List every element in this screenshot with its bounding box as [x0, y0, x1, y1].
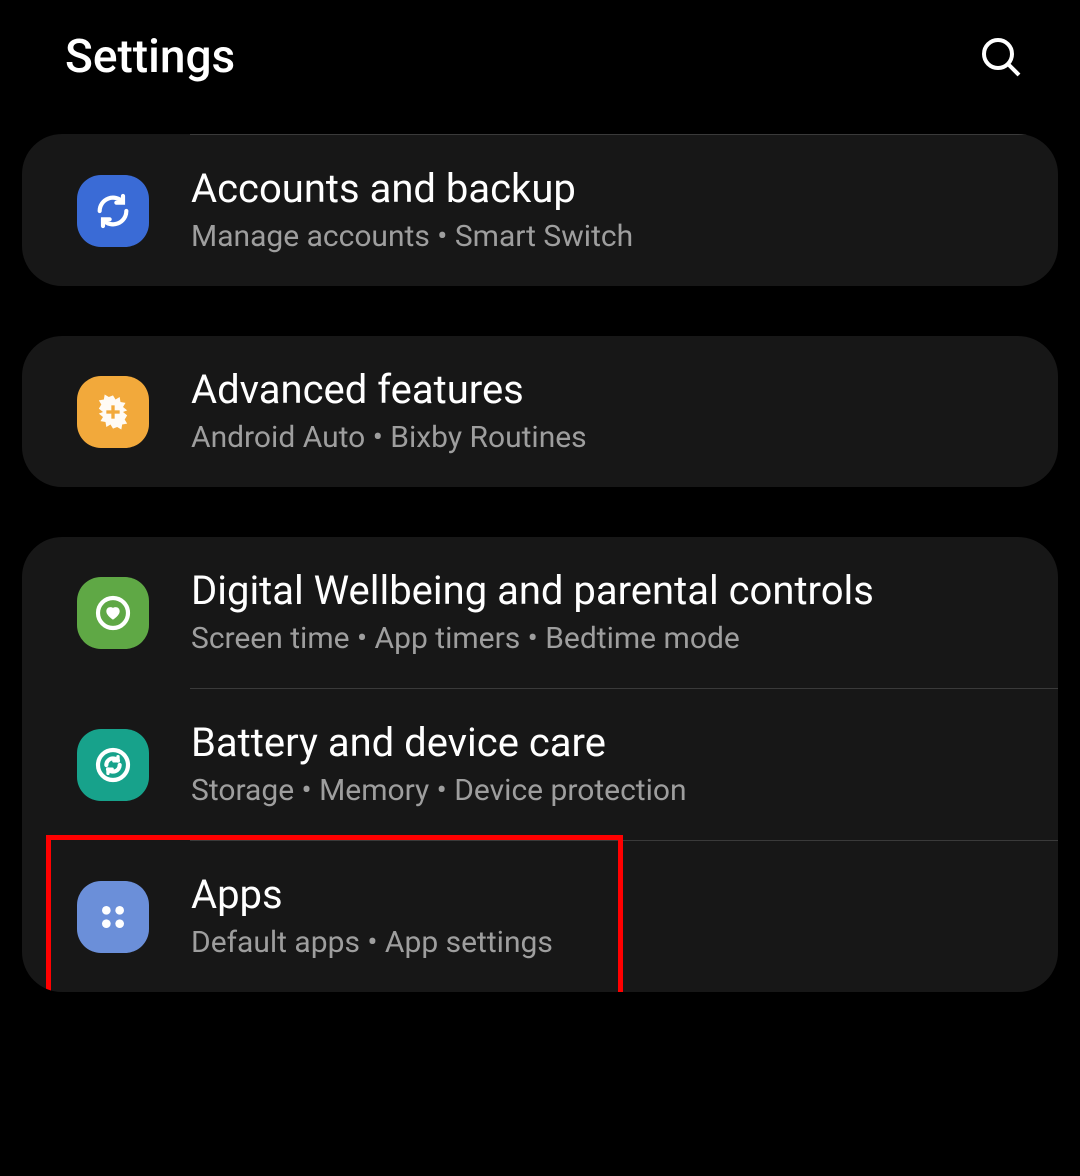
- item-subtitle: Android Auto • Bixby Routines: [191, 418, 587, 457]
- header: Settings: [0, 0, 1080, 124]
- settings-item-apps[interactable]: Apps Default apps • App settings: [22, 841, 1058, 992]
- item-text: Battery and device care Storage • Memory…: [191, 719, 687, 810]
- refresh-circle-icon: [77, 729, 149, 801]
- heart-circle-icon: [77, 577, 149, 649]
- item-subtitle: Default apps • App settings: [191, 923, 553, 962]
- settings-item-advanced-features[interactable]: Advanced features Android Auto • Bixby R…: [22, 336, 1058, 487]
- item-text: Accounts and backup Manage accounts • Sm…: [191, 165, 633, 256]
- item-subtitle: Screen time • App timers • Bedtime mode: [191, 619, 874, 658]
- item-subtitle: Manage accounts • Smart Switch: [191, 217, 633, 256]
- item-text: Digital Wellbeing and parental controls …: [191, 567, 874, 658]
- item-text: Advanced features Android Auto • Bixby R…: [191, 366, 587, 457]
- item-text: Apps Default apps • App settings: [191, 871, 553, 962]
- item-subtitle: Storage • Memory • Device protection: [191, 771, 687, 810]
- item-title: Apps: [191, 871, 553, 919]
- settings-card: Advanced features Android Auto • Bixby R…: [22, 336, 1058, 487]
- settings-item-accounts-backup[interactable]: Accounts and backup Manage accounts • Sm…: [22, 135, 1058, 286]
- item-title: Digital Wellbeing and parental controls: [191, 567, 874, 615]
- settings-card: Accounts and backup Manage accounts • Sm…: [22, 134, 1058, 286]
- settings-item-digital-wellbeing[interactable]: Digital Wellbeing and parental controls …: [22, 537, 1058, 688]
- plus-gear-icon: [77, 376, 149, 448]
- item-title: Battery and device care: [191, 719, 687, 767]
- page-title: Settings: [65, 30, 235, 84]
- item-title: Advanced features: [191, 366, 587, 414]
- sync-icon: [77, 175, 149, 247]
- search-icon[interactable]: [977, 33, 1025, 81]
- settings-item-battery-device-care[interactable]: Battery and device care Storage • Memory…: [22, 689, 1058, 840]
- item-title: Accounts and backup: [191, 165, 633, 213]
- settings-card: Digital Wellbeing and parental controls …: [22, 537, 1058, 992]
- apps-grid-icon: [77, 881, 149, 953]
